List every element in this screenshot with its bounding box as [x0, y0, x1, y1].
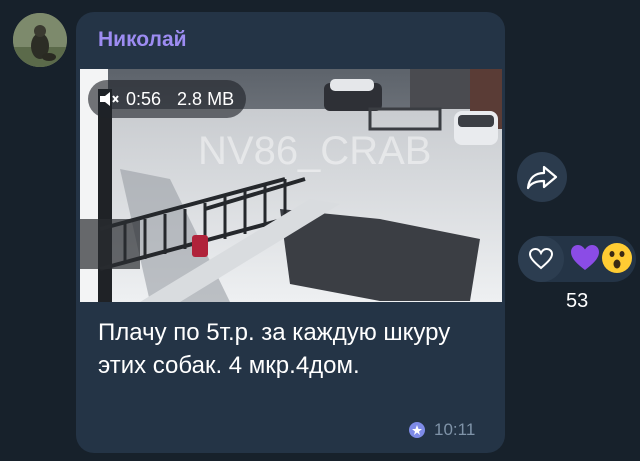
sender-avatar[interactable]	[13, 13, 67, 67]
reaction-count: 53	[566, 290, 589, 312]
video-size: 2.8 MB	[177, 88, 235, 109]
shocked-face-reaction-icon[interactable]	[601, 242, 633, 274]
message-time: 10:11	[434, 420, 476, 439]
message-meta: 10:11	[408, 420, 475, 440]
add-reaction-button[interactable]	[518, 236, 564, 282]
video-watermark: NV86_CRAB	[198, 129, 431, 173]
share-button[interactable]	[517, 152, 567, 202]
heart-outline-icon	[528, 247, 554, 270]
purple-heart-reaction-icon[interactable]	[570, 244, 600, 272]
share-arrow-icon	[526, 165, 558, 190]
premium-star-icon	[409, 422, 425, 438]
message-text: Плачу по 5т.р. за каждую шкуру этих соба…	[98, 319, 451, 379]
muted-speaker-icon[interactable]	[98, 90, 120, 108]
video-duration: 0:56	[126, 88, 162, 109]
sender-name[interactable]: Николай	[98, 28, 187, 52]
video-info-overlay[interactable]: 0:56 2.8 MB	[88, 80, 247, 118]
avatar-image	[13, 13, 67, 67]
